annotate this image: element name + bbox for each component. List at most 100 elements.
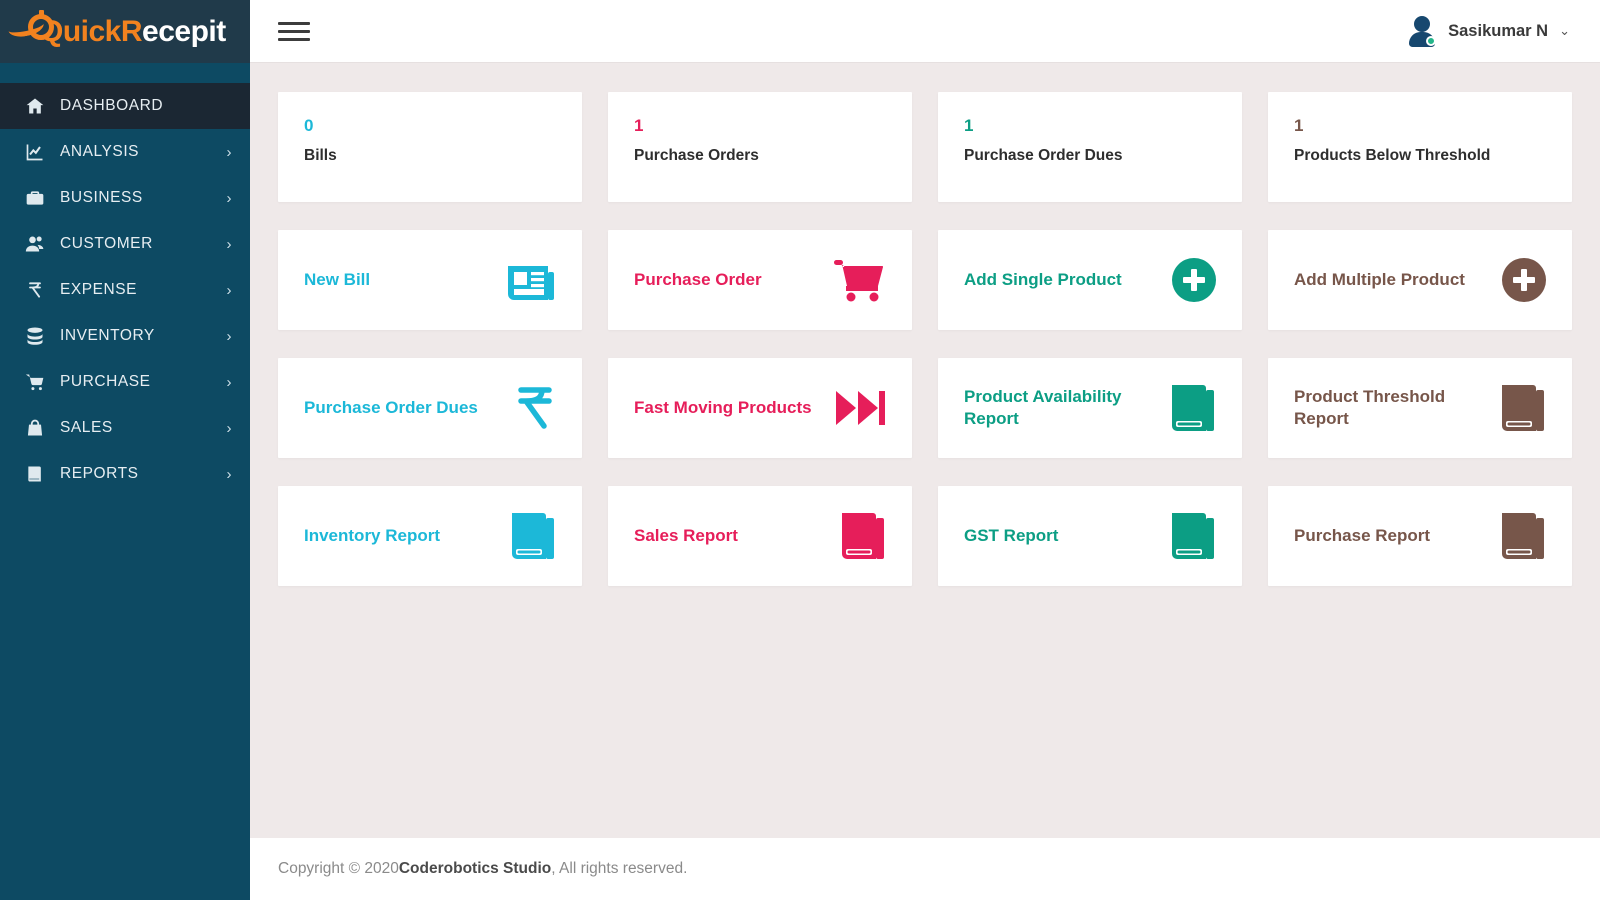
action-card[interactable]: Add Multiple Product: [1268, 230, 1572, 330]
stat-value: 0: [304, 116, 314, 135]
sidebar-item-label: ANALYSIS: [60, 143, 140, 160]
sidebar-item-analysis[interactable]: ANALYSIS ›: [0, 129, 250, 175]
action-card-label: New Bill: [304, 269, 371, 289]
action-card[interactable]: Fast Moving Products: [608, 358, 912, 458]
shopping-cart-icon: [832, 258, 886, 302]
action-card-label: Fast Moving Products: [634, 397, 812, 417]
hamburger-bar: [278, 37, 310, 41]
sidebar-spacer: [0, 63, 250, 83]
stat-card[interactable]: 1 Purchase Order Dues: [938, 92, 1242, 202]
action-card[interactable]: Sales Report: [608, 486, 912, 586]
action-card[interactable]: Inventory Report: [278, 486, 582, 586]
fast-forward-icon: [834, 388, 886, 428]
action-card-label: Product Availability Report: [964, 386, 1122, 428]
stat-card[interactable]: 1 Products Below Threshold: [1268, 92, 1572, 202]
book-icon: [22, 464, 48, 484]
app-root: QuickRecepit DASHBOARD ANALYSIS › BUSINESS ›…: [0, 0, 1600, 900]
book-icon: [840, 511, 886, 561]
footer-prefix: Copyright © 2020: [278, 860, 399, 877]
action-card[interactable]: Add Single Product: [938, 230, 1242, 330]
stat-card[interactable]: 0 Bills: [278, 92, 582, 202]
user-avatar-icon: [1407, 15, 1437, 47]
chevron-right-icon: ›: [226, 189, 232, 207]
action-card-label: Purchase Order: [634, 269, 762, 289]
chevron-right-icon: ›: [226, 281, 232, 299]
sidebar-item-purchase[interactable]: PURCHASE ›: [0, 359, 250, 405]
logo-text-r: R: [120, 14, 143, 48]
action-card-label: Product Threshold Report: [1294, 386, 1446, 428]
stat-card[interactable]: 1 Purchase Orders: [608, 92, 912, 202]
chevron-right-icon: ›: [226, 235, 232, 253]
stat-label: Bills: [304, 147, 337, 165]
home-icon: [22, 96, 48, 116]
book-icon: [1170, 511, 1216, 561]
action-card-label: Purchase Order Dues: [304, 397, 478, 417]
action-card[interactable]: Purchase Order Dues: [278, 358, 582, 458]
users-icon: [22, 234, 48, 254]
stat-label: Products Below Threshold: [1294, 147, 1491, 165]
app-logo[interactable]: QuickRecepit: [0, 0, 250, 63]
plus-circle-icon: [1502, 258, 1546, 302]
action-card[interactable]: GST Report: [938, 486, 1242, 586]
chevron-right-icon: ›: [226, 465, 232, 483]
chevron-right-icon: ›: [226, 373, 232, 391]
sidebar-item-reports[interactable]: REPORTS ›: [0, 451, 250, 497]
chevron-down-icon: ⌄: [1559, 23, 1570, 38]
book-icon: [1500, 511, 1546, 561]
sidebar-item-dashboard[interactable]: DASHBOARD: [0, 83, 250, 129]
sidebar: QuickRecepit DASHBOARD ANALYSIS › BUSINESS ›…: [0, 0, 250, 900]
footer-suffix: , All rights reserved.: [551, 860, 688, 877]
newspaper-icon: [506, 258, 556, 302]
book-icon: [510, 511, 556, 561]
cart-icon: [22, 372, 48, 392]
action-card-grid: New Bill Purchase Order Add Single Product…: [278, 230, 1572, 586]
rupee-icon: [514, 385, 556, 431]
user-menu[interactable]: Sasikumar N ⌄: [1407, 15, 1570, 47]
sidebar-item-label: CUSTOMER: [60, 235, 153, 252]
action-card[interactable]: New Bill: [278, 230, 582, 330]
sidebar-item-label: SALES: [60, 419, 113, 436]
chevron-right-icon: ›: [226, 327, 232, 345]
sidebar-item-expense[interactable]: EXPENSE ›: [0, 267, 250, 313]
action-card-label: Add Single Product: [964, 269, 1122, 289]
stat-label: Purchase Orders: [634, 147, 759, 165]
book-icon: [1500, 383, 1546, 433]
sidebar-item-sales[interactable]: SALES ›: [0, 405, 250, 451]
chevron-right-icon: ›: [226, 419, 232, 437]
sidebar-item-label: REPORTS: [60, 465, 139, 482]
briefcase-icon: [22, 188, 48, 208]
plus-circle-icon: [1172, 258, 1216, 302]
action-card-label: Purchase Report: [1294, 525, 1431, 545]
action-card[interactable]: Product Threshold Report: [1268, 358, 1572, 458]
sidebar-item-label: EXPENSE: [60, 281, 138, 298]
sidebar-item-label: PURCHASE: [60, 373, 151, 390]
hamburger-bar: [278, 21, 310, 25]
logo-text: QuickRecepit: [40, 15, 226, 49]
sidebar-item-label: DASHBOARD: [60, 97, 164, 114]
stat-card-grid: 0 Bills 1 Purchase Orders 1 Purchase Order Du…: [278, 92, 1572, 202]
sidebar-item-label: BUSINESS: [60, 189, 143, 206]
bag-icon: [22, 418, 48, 438]
action-card-label: GST Report: [964, 525, 1059, 545]
action-card-label: Add Multiple Product: [1294, 269, 1465, 289]
sidebar-nav: DASHBOARD ANALYSIS › BUSINESS › CUSTOMER › EXPE…: [0, 83, 250, 497]
plus-circle-icon: [1172, 258, 1216, 302]
sidebar-item-business[interactable]: BUSINESS ›: [0, 175, 250, 221]
top-bar: Sasikumar N ⌄: [250, 0, 1600, 63]
plus-circle-icon: [1502, 258, 1546, 302]
sidebar-item-inventory[interactable]: INVENTORY ›: [0, 313, 250, 359]
hamburger-icon[interactable]: [278, 17, 310, 46]
action-card-label: Inventory Report: [304, 525, 441, 545]
stat-value: 1: [634, 116, 644, 135]
action-card[interactable]: Purchase Order: [608, 230, 912, 330]
user-name: Sasikumar N: [1448, 21, 1549, 40]
logo-text-recepit: ecepit: [142, 14, 226, 48]
action-card[interactable]: Purchase Report: [1268, 486, 1572, 586]
sidebar-item-customer[interactable]: CUSTOMER ›: [0, 221, 250, 267]
chart-icon: [22, 142, 48, 162]
action-card-label: Sales Report: [634, 525, 738, 545]
action-card[interactable]: Product Availability Report: [938, 358, 1242, 458]
rupee-icon: [22, 280, 48, 300]
hamburger-bar: [278, 29, 310, 33]
chevron-right-icon: ›: [226, 143, 232, 161]
